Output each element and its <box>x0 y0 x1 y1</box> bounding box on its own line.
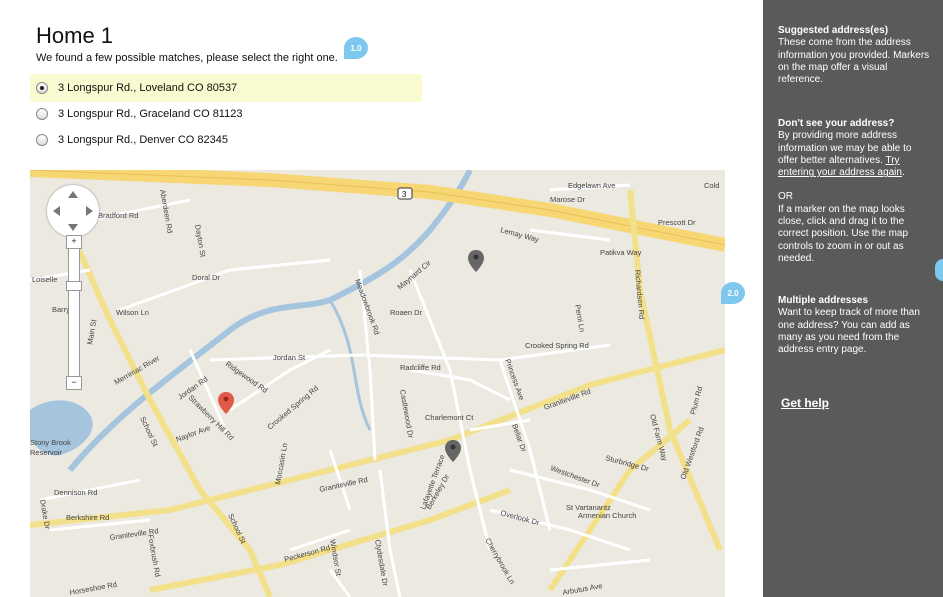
suggested-section: Suggested address(es) These come from th… <box>778 25 930 86</box>
annotation-badge: 2.0 <box>721 282 745 304</box>
svg-text:Plum Rd: Plum Rd <box>688 385 704 415</box>
address-option-label: 3 Longspur Rd., Graceland CO 81123 <box>58 108 243 120</box>
svg-text:Overlook Dr: Overlook Dr <box>499 508 540 527</box>
svg-text:Naylor Ave: Naylor Ave <box>175 423 212 444</box>
address-option-2[interactable]: 3 Longspur Rd., Graceland CO 81123 <box>30 100 422 128</box>
help-sidebar: Suggested address(es) These come from th… <box>763 0 943 597</box>
svg-text:Berkshire Rd: Berkshire Rd <box>66 513 109 522</box>
suggested-text: These come from the address information … <box>778 37 930 86</box>
svg-text:Prescott Dr: Prescott Dr <box>658 218 696 227</box>
svg-text:Meadowbrook Rd: Meadowbrook Rd <box>353 278 382 336</box>
not-found-heading: Don't see your address? <box>778 118 895 129</box>
zoom-in-button[interactable]: + <box>66 235 82 249</box>
svg-text:Charlemont Ct: Charlemont Ct <box>425 413 474 422</box>
svg-text:Armenian Church: Armenian Church <box>578 511 636 520</box>
svg-text:Patikva Way: Patikva Way <box>600 248 642 257</box>
zoom-out-button[interactable]: − <box>66 376 82 390</box>
svg-text:Cold: Cold <box>704 181 719 190</box>
svg-text:Lemay Way: Lemay Way <box>499 225 540 244</box>
svg-text:Richardson Rd: Richardson Rd <box>633 269 646 319</box>
svg-text:Edgelawn Ave: Edgelawn Ave <box>568 181 615 190</box>
multiple-heading: Multiple addresses <box>778 295 869 306</box>
radio-button[interactable] <box>36 134 48 146</box>
svg-text:Cherrybrook Ln: Cherrybrook Ln <box>483 537 517 586</box>
svg-text:Doral Dr: Doral Dr <box>192 273 220 282</box>
radio-button-selected[interactable] <box>36 82 48 94</box>
svg-text:Jordan St: Jordan St <box>273 353 306 362</box>
svg-text:Wilson Ln: Wilson Ln <box>116 308 149 317</box>
not-found-section: Don't see your address? By providing mor… <box>778 118 930 265</box>
map-zoom-slider[interactable]: + − <box>66 235 82 390</box>
svg-text:Radcliffe Rd: Radcliffe Rd <box>400 363 441 372</box>
map-view[interactable]: Edgelawn Ave Marose Dr Bradford Rd Lemay… <box>30 170 725 597</box>
map-pan-control[interactable] <box>47 185 99 237</box>
svg-text:Marose Dr: Marose Dr <box>550 195 586 204</box>
radio-button[interactable] <box>36 108 48 120</box>
svg-text:Aberdeen Rd: Aberdeen Rd <box>158 189 175 234</box>
svg-text:Arbutus Ave: Arbutus Ave <box>562 581 603 597</box>
svg-text:Merrimac River: Merrimac River <box>113 353 162 386</box>
suggested-heading: Suggested address(es) <box>778 25 889 36</box>
svg-text:Ridgewood Rd: Ridgewood Rd <box>224 359 269 395</box>
map-marker-gray-2 <box>445 440 461 462</box>
address-option-3[interactable]: 3 Longspur Rd., Denver CO 82345 <box>30 126 422 154</box>
address-option-1[interactable]: 3 Longspur Rd., Loveland CO 80537 <box>30 74 422 102</box>
svg-text:Maynard Cir: Maynard Cir <box>396 258 433 291</box>
page-title: Home 1 <box>36 23 114 48</box>
get-help-link[interactable]: Get help <box>781 397 829 410</box>
annotation-badge: 1.0 <box>344 37 368 59</box>
sidebar-tab-marker <box>935 259 943 281</box>
svg-text:School St: School St <box>138 415 160 449</box>
svg-text:Main St: Main St <box>85 318 98 346</box>
address-option-label: 3 Longspur Rd., Loveland CO 80537 <box>58 82 238 94</box>
marker-help-text: If a marker on the map looks close, clic… <box>778 203 909 264</box>
zoom-handle[interactable] <box>66 281 82 291</box>
main-content: Home 1 We found a few possible matches, … <box>0 0 763 597</box>
svg-text:Roaen Dr: Roaen Dr <box>390 308 423 317</box>
svg-text:Clydesdale Dr: Clydesdale Dr <box>373 539 390 587</box>
svg-text:Loiselle: Loiselle <box>32 275 57 284</box>
multiple-section: Multiple addresses Want to keep track of… <box>778 295 930 356</box>
svg-text:Reservoir: Reservoir <box>30 448 63 457</box>
svg-text:Crooked Spring Rd: Crooked Spring Rd <box>266 384 321 432</box>
svg-text:Perni Ln: Perni Ln <box>573 304 587 333</box>
instructions-text: We found a few possible matches, please … <box>36 52 338 64</box>
highway-3 <box>30 170 725 252</box>
svg-text:Dennison Rd: Dennison Rd <box>54 488 97 497</box>
map-marker-gray-1 <box>468 250 484 272</box>
svg-text:Horseshoe Rd: Horseshoe Rd <box>69 580 118 597</box>
arrows-icon <box>53 191 93 231</box>
svg-text:Peckerson Rd: Peckerson Rd <box>283 543 331 564</box>
svg-text:Stony Brook: Stony Brook <box>30 438 71 447</box>
multiple-text: Want to keep track of more than one addr… <box>778 307 920 356</box>
svg-text:Castlewood Dr: Castlewood Dr <box>398 389 415 439</box>
route-number: 3 <box>402 190 407 199</box>
svg-text:Bradford Rd: Bradford Rd <box>98 211 138 220</box>
svg-text:Crooked Spring Rd: Crooked Spring Rd <box>525 341 589 350</box>
address-option-label: 3 Longspur Rd., Denver CO 82345 <box>58 134 228 146</box>
map-base: Edgelawn Ave Marose Dr Bradford Rd Lemay… <box>30 170 725 597</box>
or-text: OR <box>778 191 793 203</box>
svg-text:Dayton St: Dayton St <box>193 224 208 259</box>
svg-text:Foxbrush Rd: Foxbrush Rd <box>146 534 162 578</box>
